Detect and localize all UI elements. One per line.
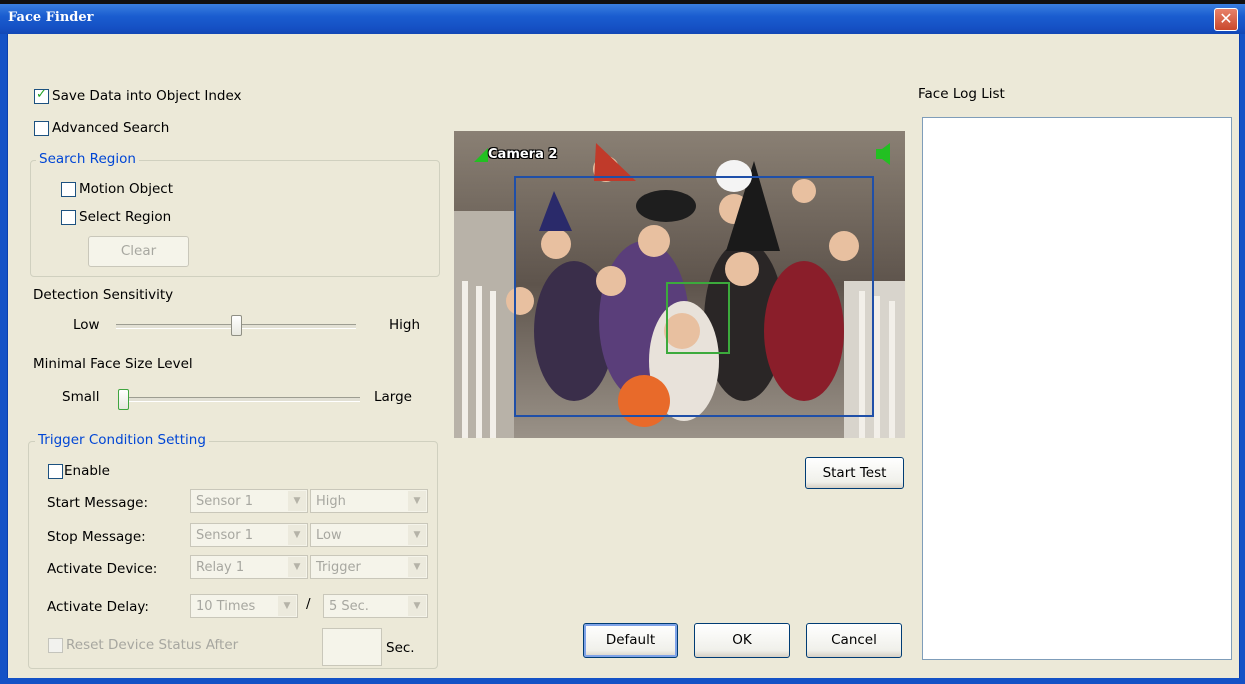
start-message-sensor-select[interactable]: Sensor 1 ▼ [190, 489, 308, 513]
start-message-sensor-value: Sensor 1 [196, 494, 253, 509]
chevron-down-icon: ▼ [288, 525, 306, 545]
face-log-title: Face Log List [918, 86, 1005, 102]
advanced-search-label: Advanced Search [52, 120, 170, 136]
sensitivity-low-label: Low [73, 317, 100, 333]
face-size-large-label: Large [374, 389, 412, 405]
face-finder-window: Face Finder ✕ Save Data into Object Inde… [0, 0, 1245, 684]
chevron-down-icon: ▼ [288, 557, 306, 577]
activate-mode-select[interactable]: Trigger ▼ [310, 555, 428, 579]
default-button[interactable]: Default [583, 623, 678, 658]
enable-trigger-label: Enable [64, 463, 110, 479]
reset-device-checkbox[interactable] [48, 638, 63, 653]
activate-delay-seconds-select[interactable]: 5 Sec. ▼ [323, 594, 428, 618]
chevron-down-icon: ▼ [278, 596, 296, 616]
chevron-down-icon: ▼ [408, 491, 426, 511]
chevron-down-icon: ▼ [408, 525, 426, 545]
chevron-down-icon: ▼ [408, 557, 426, 577]
reset-seconds-input[interactable] [322, 628, 382, 666]
ok-button[interactable]: OK [694, 623, 790, 658]
motion-object-label: Motion Object [79, 181, 174, 197]
select-region-checkbox[interactable] [61, 210, 76, 225]
save-data-checkbox[interactable] [34, 87, 49, 104]
start-message-level-select[interactable]: High ▼ [310, 489, 428, 513]
window-frame-left [0, 34, 7, 684]
clear-button[interactable]: Clear [88, 236, 189, 267]
save-data-label: Save Data into Object Index [52, 88, 242, 104]
face-size-slider-thumb[interactable] [118, 389, 129, 410]
face-size-title: Minimal Face Size Level [33, 356, 193, 372]
close-button[interactable]: ✕ [1214, 8, 1238, 31]
title-bar[interactable]: Face Finder ✕ [0, 4, 1245, 34]
start-message-label: Start Message: [47, 495, 148, 511]
start-message-level-value: High [316, 494, 346, 509]
activate-device-label: Activate Device: [47, 561, 158, 577]
detection-sensitivity-title: Detection Sensitivity [33, 287, 174, 303]
window-title: Face Finder [8, 10, 94, 25]
cancel-button[interactable]: Cancel [806, 623, 902, 658]
face-size-slider-track[interactable] [118, 397, 360, 402]
camera-label: Camera 2 [488, 147, 558, 162]
stop-message-sensor-value: Sensor 1 [196, 528, 253, 543]
stop-message-level-select[interactable]: Low ▼ [310, 523, 428, 547]
chevron-down-icon: ▼ [288, 491, 306, 511]
stop-message-label: Stop Message: [47, 529, 146, 545]
search-region-title: Search Region [36, 151, 139, 167]
chevron-down-icon: ▼ [408, 596, 426, 616]
stop-message-level-value: Low [316, 528, 342, 543]
motion-object-checkbox[interactable] [61, 182, 76, 197]
face-log-list[interactable] [922, 117, 1232, 660]
activate-mode-value: Trigger [316, 560, 361, 575]
start-test-button[interactable]: Start Test [805, 457, 904, 489]
activate-delay-seconds-value: 5 Sec. [329, 599, 369, 614]
reset-device-label: Reset Device Status After [66, 637, 239, 653]
sensitivity-slider-thumb[interactable] [230, 315, 242, 336]
enable-trigger-checkbox[interactable] [48, 464, 63, 479]
camera-preview[interactable]: Camera 2 [454, 131, 905, 438]
activate-delay-label: Activate Delay: [47, 599, 149, 615]
face-size-small-label: Small [62, 389, 100, 405]
trigger-condition-title: Trigger Condition Setting [35, 432, 209, 448]
activate-delay-times-select[interactable]: 10 Times ▼ [190, 594, 298, 618]
activate-device-value: Relay 1 [196, 560, 245, 575]
stop-message-sensor-select[interactable]: Sensor 1 ▼ [190, 523, 308, 547]
window-frame-bottom [0, 678, 1245, 684]
activate-device-select[interactable]: Relay 1 ▼ [190, 555, 308, 579]
activate-delay-times-value: 10 Times [196, 599, 256, 614]
camera-image [454, 131, 905, 438]
delay-separator: / [306, 596, 311, 612]
advanced-search-checkbox[interactable] [34, 121, 49, 136]
select-region-label: Select Region [79, 209, 172, 225]
reset-seconds-unit: Sec. [386, 640, 415, 656]
sensitivity-high-label: High [389, 317, 421, 333]
